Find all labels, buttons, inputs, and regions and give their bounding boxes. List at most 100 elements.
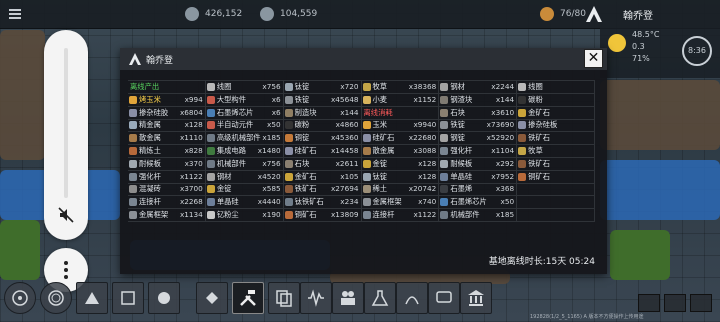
item-cell: 混凝砖 x3700 bbox=[128, 183, 206, 197]
item-name: 碳粉 bbox=[528, 94, 543, 104]
item-name: 钢材 bbox=[450, 82, 465, 91]
cycle-clock[interactable]: 8:36 bbox=[682, 36, 712, 66]
close-button[interactable]: ✕ bbox=[584, 49, 603, 68]
science-button[interactable] bbox=[364, 282, 396, 314]
fast-forward-button[interactable] bbox=[690, 294, 712, 312]
stat-energy: 426,152 bbox=[185, 5, 242, 23]
item-count: x185 bbox=[262, 133, 281, 143]
item-cell: 金矿石 bbox=[517, 106, 595, 120]
item-cell: 制造块 x144 bbox=[283, 106, 362, 120]
item-name: 制造块 bbox=[294, 107, 317, 117]
vitals-button[interactable] bbox=[40, 282, 72, 314]
bank-button[interactable] bbox=[460, 282, 492, 314]
item-icon bbox=[206, 146, 215, 155]
item-count: x368 bbox=[495, 184, 515, 194]
critters-button[interactable] bbox=[396, 282, 428, 314]
chat-button[interactable] bbox=[428, 282, 460, 314]
item-count: x4520 bbox=[257, 171, 281, 181]
item-count: x185 bbox=[495, 209, 515, 219]
item-name: 单晶硅 bbox=[450, 171, 473, 181]
item-cell: 石墨烯芯片 x6 bbox=[205, 106, 284, 120]
mute-icon[interactable] bbox=[57, 206, 75, 224]
item-name: 机械部件 bbox=[216, 158, 247, 168]
pause-button[interactable] bbox=[638, 294, 660, 312]
audio-button[interactable] bbox=[300, 282, 332, 314]
item-cell: 牧草 x38368 bbox=[361, 81, 440, 94]
item-icon bbox=[206, 134, 215, 143]
item-cell: 高级机械部件 x185 bbox=[205, 132, 284, 146]
item-count: x50 bbox=[267, 120, 281, 130]
volume-slider[interactable] bbox=[64, 48, 68, 198]
item-icon bbox=[284, 210, 293, 219]
item-cell: 铁矿石 x27694 bbox=[283, 183, 362, 197]
item-count: x144 bbox=[495, 94, 515, 104]
play-button[interactable] bbox=[664, 294, 686, 312]
item-count: x1480 bbox=[257, 145, 281, 155]
item-count: x2244 bbox=[491, 82, 515, 91]
item-count: x6804 bbox=[179, 107, 203, 117]
item-count: x6 bbox=[271, 107, 281, 117]
item-icon bbox=[284, 198, 293, 207]
item-cell: 牧草 bbox=[517, 144, 595, 158]
item-name: 半自动元件 bbox=[216, 120, 254, 130]
item-name: 散金属 bbox=[139, 133, 161, 143]
item-name: 大型构件 bbox=[216, 94, 247, 104]
item-name: 烤玉米 bbox=[139, 94, 161, 104]
copy-button[interactable] bbox=[268, 282, 300, 314]
item-icon bbox=[518, 159, 527, 168]
item-icon bbox=[284, 172, 293, 181]
item-name: 耐候板 bbox=[139, 158, 161, 168]
item-icon bbox=[440, 198, 449, 207]
offline-duration-text: 基地离线时长:15天 05:24 bbox=[488, 257, 595, 267]
item-count: x3088 bbox=[413, 145, 437, 155]
item-name: 耐候板 bbox=[450, 158, 473, 168]
item-cell: 精炼土 x828 bbox=[128, 144, 206, 158]
item-count: x9940 bbox=[413, 120, 437, 130]
colony-name-area[interactable]: 翰乔登 bbox=[585, 5, 653, 23]
duplicant-count[interactable]: 76/80 bbox=[540, 5, 586, 23]
item-name: 铁矿石 bbox=[528, 133, 551, 143]
research-button[interactable] bbox=[4, 282, 36, 314]
base-button[interactable] bbox=[76, 282, 108, 314]
item-cell: 硅矿石 x14458 bbox=[283, 144, 362, 158]
volume-control[interactable] bbox=[44, 30, 88, 240]
item-icon bbox=[129, 95, 137, 104]
item-icon bbox=[206, 108, 215, 117]
item-cell: 烤玉米 x994 bbox=[128, 93, 206, 107]
skills-button[interactable] bbox=[112, 282, 144, 314]
item-cell: 铜锭 x45360 bbox=[283, 132, 362, 146]
version-text: 192828(1/2_5_1165) A 版本不方便操作上传用途 bbox=[530, 314, 644, 320]
item-cell: 强化杆 x1122 bbox=[128, 170, 206, 184]
overlay-button[interactable] bbox=[148, 282, 180, 314]
item-name: 集成电路 bbox=[216, 145, 247, 155]
duplicants-button[interactable] bbox=[332, 282, 364, 314]
item-cell: 精金属 x128 bbox=[128, 119, 206, 133]
item-name: 金矿石 bbox=[528, 107, 551, 117]
colony-logo-icon bbox=[129, 53, 141, 65]
item-icon bbox=[440, 121, 449, 130]
item-cell: 铁矿石 bbox=[517, 157, 595, 171]
schedule-button[interactable] bbox=[196, 282, 228, 314]
item-count: x73690 bbox=[486, 120, 515, 130]
sun-icon bbox=[608, 34, 626, 52]
item-cell: 钛铁矿石 x234 bbox=[283, 196, 362, 210]
item-name: 铁矿石 bbox=[528, 158, 551, 168]
item-count: x1152 bbox=[413, 94, 437, 104]
item-count: x6 bbox=[271, 94, 281, 104]
menu-icon[interactable] bbox=[8, 5, 22, 23]
item-cell: 掺杂硅胶 x6804 bbox=[128, 106, 206, 120]
item-icon bbox=[518, 134, 527, 143]
item-icon bbox=[284, 95, 293, 104]
item-name: 铜矿石 bbox=[294, 209, 317, 219]
item-name: 精金属 bbox=[139, 120, 161, 130]
more-dot-icon bbox=[64, 268, 68, 272]
item-cell: 半自动元件 x50 bbox=[205, 119, 284, 133]
people-icon bbox=[540, 7, 554, 21]
build-tools-button[interactable] bbox=[232, 282, 264, 314]
item-icon bbox=[129, 210, 137, 219]
item-name: 钢锭 bbox=[450, 133, 465, 143]
item-cell: 连接杆 x2268 bbox=[128, 196, 206, 210]
item-name: 钢材 bbox=[216, 171, 232, 181]
speed-controls bbox=[638, 294, 712, 312]
item-count: x3700 bbox=[179, 184, 203, 194]
